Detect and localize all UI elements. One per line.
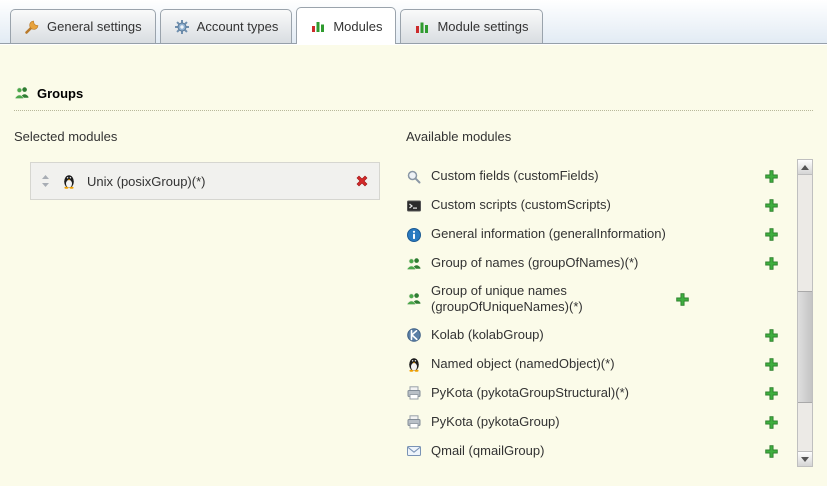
add-module-button[interactable] xyxy=(764,169,779,184)
modules-panel: Groups Selected modules xyxy=(0,45,827,486)
penguin-icon xyxy=(406,356,422,372)
gear-icon xyxy=(174,19,190,35)
printer-icon xyxy=(406,414,422,430)
tab-label: Modules xyxy=(333,19,382,34)
info-icon xyxy=(406,227,422,243)
add-module-button[interactable] xyxy=(764,227,779,242)
add-module-button[interactable] xyxy=(764,328,779,343)
module-settings-icon xyxy=(414,19,430,35)
selected-modules-heading: Selected modules xyxy=(14,129,406,144)
scroll-down-button[interactable] xyxy=(798,451,812,466)
section-title: Groups xyxy=(37,86,83,101)
module-row: Custom scripts (customScripts) xyxy=(406,191,783,220)
module-name: General information (generalInformation) xyxy=(431,226,755,242)
add-module-button[interactable] xyxy=(675,292,690,307)
tab-modules[interactable]: Modules xyxy=(296,7,396,44)
printer-icon xyxy=(406,385,422,401)
tab-bar: General settings Account types xyxy=(0,0,827,44)
module-row: Qmail (qmailGroup) xyxy=(406,437,783,466)
add-module-button[interactable] xyxy=(764,386,779,401)
module-name: PyKota (pykotaGroup) xyxy=(431,414,755,430)
module-name: Qmail (qmailGroup) xyxy=(431,443,755,459)
module-row: PyKota (pykotaGroup) xyxy=(406,408,783,437)
arrow-down-icon xyxy=(801,457,809,462)
modules-icon xyxy=(310,18,326,34)
add-module-button[interactable] xyxy=(764,415,779,430)
add-module-button[interactable] xyxy=(764,357,779,372)
tools-icon xyxy=(24,19,40,35)
penguin-icon xyxy=(61,173,77,189)
group-icon xyxy=(406,256,422,272)
mail-icon xyxy=(406,443,422,459)
selected-modules-column: Selected modules xyxy=(14,129,406,466)
module-row: Named object (namedObject)(*) xyxy=(406,350,783,379)
module-row: PyKota (pykotaGroupStructural)(*) xyxy=(406,379,783,408)
scrollbar-track[interactable] xyxy=(798,175,812,451)
tab-label: Account types xyxy=(197,19,279,34)
module-row: Kolab (kolabGroup) xyxy=(406,321,783,350)
available-modules-column: Available modules Custom fields (customF… xyxy=(406,129,813,466)
remove-module-button[interactable] xyxy=(354,173,370,189)
group-icon xyxy=(406,291,422,307)
module-row: General information (generalInformation) xyxy=(406,220,783,249)
available-modules-scrollbar[interactable] xyxy=(797,159,813,467)
module-name: Kolab (kolabGroup) xyxy=(431,327,755,343)
add-module-button[interactable] xyxy=(764,444,779,459)
module-row: Group of names (groupOfNames)(*) xyxy=(406,249,783,278)
module-name: Group of unique names (groupOfUniqueName… xyxy=(431,283,666,316)
module-name: Custom fields (customFields) xyxy=(431,168,755,184)
tab-label: Module settings xyxy=(437,19,528,34)
tab-label: General settings xyxy=(47,19,142,34)
module-row: Custom fields (customFields) xyxy=(406,162,783,191)
magnifier-icon xyxy=(406,169,422,185)
script-icon xyxy=(406,198,422,214)
available-modules-list: Custom fields (customFields) Custom scri… xyxy=(406,162,813,466)
groups-icon xyxy=(14,85,30,101)
scrollbar-thumb[interactable] xyxy=(798,291,812,403)
module-name: Named object (namedObject)(*) xyxy=(431,356,755,372)
scroll-up-button[interactable] xyxy=(798,160,812,175)
module-name: Custom scripts (customScripts) xyxy=(431,197,755,213)
tab-module-settings[interactable]: Module settings xyxy=(400,9,542,43)
available-modules-heading: Available modules xyxy=(406,129,813,144)
arrow-up-icon xyxy=(801,165,809,170)
tab-account-types[interactable]: Account types xyxy=(160,9,293,43)
section-header: Groups xyxy=(14,85,813,111)
tab-general-settings[interactable]: General settings xyxy=(10,9,156,43)
selected-module-row[interactable]: Unix (posixGroup)(*) xyxy=(30,162,380,200)
selected-module-name: Unix (posixGroup)(*) xyxy=(87,174,344,189)
drag-handle-icon[interactable] xyxy=(40,173,51,189)
kolab-icon xyxy=(406,327,422,343)
add-module-button[interactable] xyxy=(764,256,779,271)
add-module-button[interactable] xyxy=(764,198,779,213)
module-name: Group of names (groupOfNames)(*) xyxy=(431,255,755,271)
module-name: PyKota (pykotaGroupStructural)(*) xyxy=(431,385,755,401)
module-row: Group of unique names (groupOfUniqueName… xyxy=(406,278,783,321)
